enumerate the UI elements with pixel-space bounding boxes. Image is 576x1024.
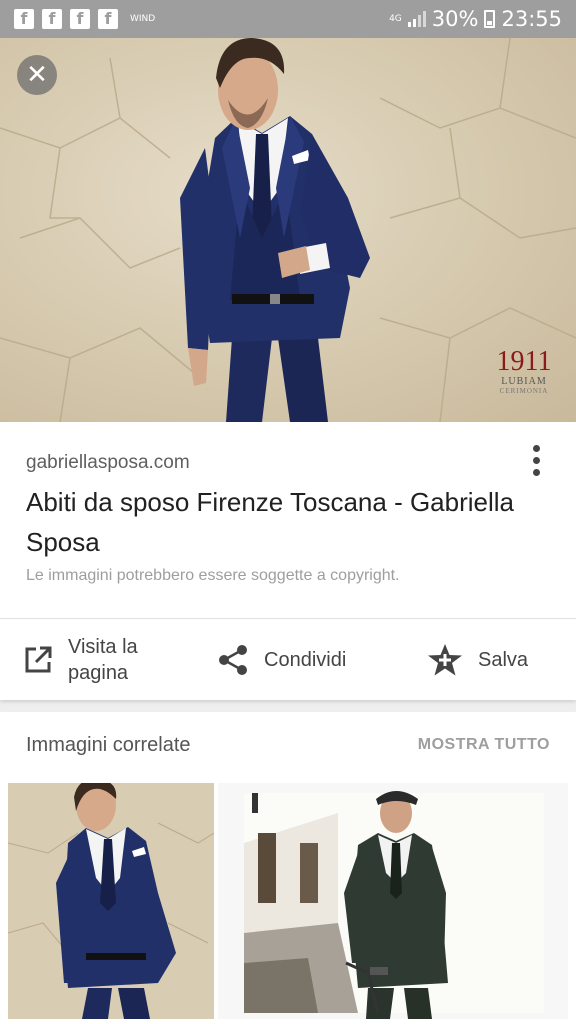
result-title[interactable]: Abiti da sposo Firenze Toscana - Gabriel… [26, 482, 526, 562]
facebook-icon: f [98, 9, 118, 29]
related-image-thumbnail[interactable] [8, 783, 214, 1019]
network-type: 4G [389, 13, 402, 24]
carrier-label: WIND [130, 13, 156, 24]
brand-logo: 1911 LUBIAM CERIMONIA [492, 346, 556, 396]
source-domain[interactable]: gabriellasposa.com [26, 452, 190, 474]
related-images: Immagini correlate MOSTRA TUTTO [0, 712, 576, 1024]
facebook-icon: f [70, 9, 90, 29]
action-bar: Visita la pagina Condividi Salva [0, 618, 576, 700]
close-button[interactable]: ✕ [17, 55, 57, 95]
share-icon [219, 645, 247, 675]
related-suit-photo [8, 783, 214, 1019]
facebook-icon: f [42, 9, 62, 29]
related-title: Immagini correlate [26, 734, 191, 756]
result-info: gabriellasposa.com Abiti da sposo Firenz… [0, 422, 576, 618]
share-label: Condividi [264, 649, 347, 671]
main-image[interactable]: ✕ 1911 LUBIAM CERIMONIA [0, 38, 576, 422]
star-icon [428, 644, 462, 676]
related-suit-photo-2 [218, 783, 568, 1019]
status-bar: f f f f WIND 4G 30% 23:55 [0, 0, 576, 38]
suit-photo [0, 38, 576, 422]
related-image-thumbnail[interactable] [218, 783, 568, 1019]
signal-icon [407, 11, 426, 27]
battery-percent: 30% [431, 7, 479, 31]
more-options-icon[interactable] [526, 445, 546, 481]
visit-page-label: Visita la pagina [68, 636, 138, 684]
facebook-icon: f [14, 9, 34, 29]
share-button[interactable]: Condividi [216, 619, 346, 701]
open-in-new-icon [25, 646, 52, 673]
logo-number: 1911 [496, 346, 552, 377]
show-all-link[interactable]: MOSTRA TUTTO [418, 736, 550, 754]
copyright-note: Le immagini potrebbero essere soggette a… [26, 567, 400, 584]
clock: 23:55 [501, 7, 562, 31]
save-label: Salva [478, 649, 529, 671]
battery-icon [484, 10, 496, 28]
logo-brand: LUBIAM [501, 376, 547, 387]
logo-sub: CERIMONIA [499, 387, 549, 395]
save-button[interactable]: Salva [426, 619, 528, 701]
visit-page-button[interactable]: Visita la pagina [22, 619, 158, 701]
